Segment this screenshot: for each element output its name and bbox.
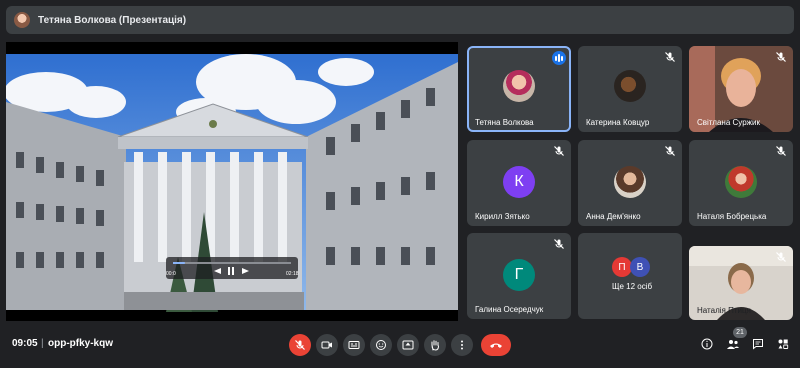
tile-svitlana-surzhyk[interactable]: Світлана Суржик (689, 46, 793, 132)
divider: | (41, 338, 44, 349)
captions-icon (348, 341, 360, 349)
more-options-button[interactable] (451, 334, 473, 356)
hand-icon (431, 340, 439, 351)
avatar: В (630, 257, 650, 277)
video-time-total: 02:18 (286, 271, 299, 277)
participant-name: Наталя Бобрецька (697, 212, 767, 221)
people-icon (727, 340, 739, 349)
speaking-indicator-icon (552, 51, 566, 65)
reactions-button[interactable] (370, 334, 392, 356)
leave-call-button[interactable] (481, 334, 511, 356)
activities-button[interactable] (776, 337, 790, 351)
avatar: П (612, 257, 632, 277)
meeting-time: 09:05 (12, 338, 38, 349)
tile-more-participants[interactable]: П В Ще 12 осіб (578, 233, 682, 319)
camera-icon (321, 341, 332, 349)
mic-off-icon (776, 146, 786, 156)
tile-tetiana-volkova[interactable]: Тетяна Волкова (467, 46, 571, 132)
presenter-title: Тетяна Волкова (Презентація) (38, 14, 187, 26)
avatar (725, 166, 757, 198)
tile-halyna-oseredchuk[interactable]: Г Галина Осередчук (467, 233, 571, 319)
raise-hand-button[interactable] (424, 334, 446, 356)
video-controls[interactable]: 00:0 02:18 (166, 257, 299, 279)
chat-button[interactable] (751, 337, 765, 351)
more-participants-label: Ще 12 осіб (612, 282, 653, 291)
mic-off-icon (554, 239, 564, 249)
video-progress-bar[interactable] (173, 262, 185, 264)
tile-kateryna-kovtsur[interactable]: Катерина Ковцур (578, 46, 682, 132)
participant-name: Світлана Суржик (697, 118, 760, 127)
tile-anna-demianko[interactable]: Анна Дем'янко (578, 140, 682, 226)
presenter-avatar (14, 12, 30, 28)
chat-icon (753, 339, 763, 350)
mic-off-icon (776, 252, 786, 262)
people-button[interactable] (726, 337, 740, 351)
mic-toggle-button[interactable] (289, 334, 311, 356)
present-button[interactable] (397, 334, 419, 356)
captions-button[interactable] (343, 334, 365, 356)
participant-name: Тетяна Волкова (475, 118, 534, 127)
pause-icon[interactable] (228, 267, 230, 275)
participant-name: Анна Дем'янко (586, 212, 641, 221)
mic-off-icon (776, 52, 786, 62)
mic-off-icon (665, 52, 675, 62)
participant-name: Наталія Птиця (697, 306, 751, 315)
avatar (503, 70, 535, 102)
participant-name: Кирилл Зятько (475, 212, 530, 221)
video-time-current: 00:0 (166, 271, 176, 277)
tile-natalia-bobretska[interactable]: Наталя Бобрецька (689, 140, 793, 226)
avatar (614, 70, 646, 102)
mic-off-icon (295, 340, 305, 350)
participant-count-badge: 21 (733, 327, 747, 338)
tile-natalia-ptytsia[interactable]: Наталія Птиця (689, 246, 793, 320)
more-vert-icon (461, 340, 463, 350)
emoji-icon (376, 340, 386, 350)
camera-toggle-button[interactable] (316, 334, 338, 356)
meeting-controls-bar: 09:05 | opp-pfky-kqw 21 (0, 326, 800, 368)
presentation-view[interactable]: 00:0 02:18 (6, 42, 458, 321)
participant-name: Галина Осередчук (475, 305, 544, 314)
presenter-bar: Тетяна Волкова (Презентація) (6, 6, 794, 34)
avatar: Г (503, 259, 535, 291)
avatar (614, 166, 646, 198)
tile-kyryll-ziatko[interactable]: К Кирилл Зятько (467, 140, 571, 226)
meeting-code: opp-pfky-kqw (48, 338, 113, 349)
present-screen-icon (402, 340, 414, 350)
info-icon (701, 338, 713, 350)
mic-off-icon (554, 146, 564, 156)
participant-name: Катерина Ковцур (586, 118, 650, 127)
avatar: К (503, 166, 535, 198)
hang-up-icon (490, 343, 502, 348)
meeting-info-button[interactable] (700, 337, 714, 351)
mic-off-icon (665, 146, 675, 156)
activities-icon (778, 339, 789, 349)
